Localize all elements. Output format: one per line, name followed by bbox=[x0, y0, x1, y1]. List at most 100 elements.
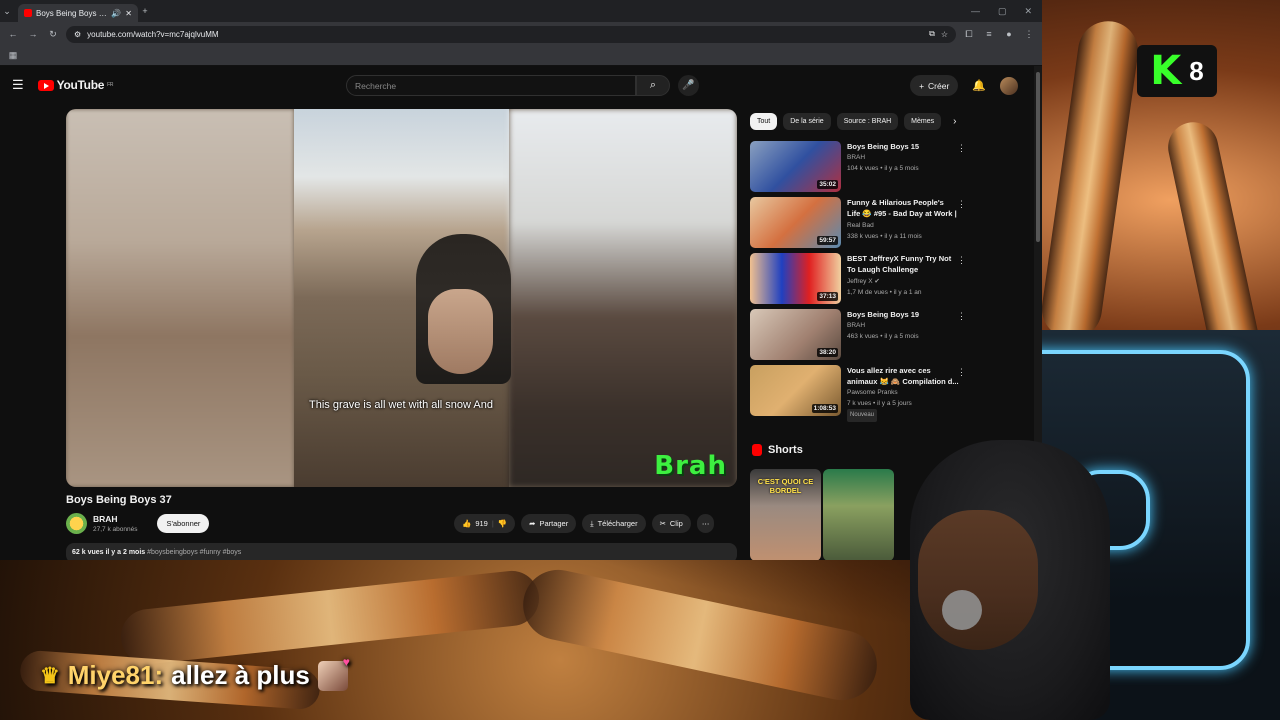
video-duration: 59:57 bbox=[817, 236, 838, 245]
video-thumbnail[interactable]: 35:02 bbox=[750, 141, 841, 192]
kebab-icon[interactable]: ⋮ bbox=[957, 367, 966, 378]
download-label: Télécharger bbox=[597, 519, 638, 528]
chevron-right-icon[interactable]: › bbox=[953, 116, 956, 127]
site-info-icon[interactable]: ⚙ bbox=[74, 30, 81, 39]
youtube-logo[interactable]: YouTube FR bbox=[37, 78, 113, 92]
rec-title: Funny & Hilarious People's Life 😂 #95 - … bbox=[847, 198, 957, 218]
new-badge: Nouveau bbox=[847, 409, 878, 422]
bell-icon[interactable]: 🔔 bbox=[972, 79, 986, 92]
url-field[interactable]: ⚙ youtube.com/watch?v=mc7ajqlvuMM ⧉ ☆ bbox=[66, 25, 956, 43]
search-icon: ⌕ bbox=[649, 79, 657, 91]
shorts-icon bbox=[752, 444, 762, 456]
channel-info: BRAH 27,7 k abonnés S'abonner bbox=[66, 513, 210, 534]
tab-bar: ⌄ Boys Being Boys 37 - YouTu 🔊 ✕ + — ▢ ✕ bbox=[0, 0, 1042, 22]
description-box[interactable]: 62 k vues il y a 2 mois #boysbeingboys #… bbox=[66, 543, 737, 560]
channel-name[interactable]: BRAH bbox=[93, 514, 137, 524]
search-input[interactable]: Recherche bbox=[346, 75, 636, 96]
voice-search-button[interactable]: 🎤 bbox=[678, 75, 699, 96]
forward-icon[interactable]: → bbox=[26, 29, 40, 39]
background-tube bbox=[118, 568, 542, 667]
video-player[interactable]: This grave is all wet with all snow And … bbox=[66, 109, 737, 487]
minimize-icon[interactable]: — bbox=[971, 6, 980, 17]
short-thumbnail[interactable]: C'EST QUOI CE BORDEL bbox=[750, 469, 821, 560]
window-controls: — ▢ ✕ bbox=[971, 6, 1042, 17]
more-actions-button[interactable]: ⋯ bbox=[696, 514, 715, 533]
video-duration: 37:13 bbox=[817, 292, 838, 301]
chip-source[interactable]: Source : BRAH bbox=[836, 113, 899, 130]
account-avatar[interactable] bbox=[1000, 76, 1018, 95]
chip-all[interactable]: Tout bbox=[750, 113, 778, 130]
kebab-icon[interactable]: ⋮ bbox=[957, 311, 966, 322]
video-thumbnail[interactable]: 37:13 bbox=[750, 253, 841, 304]
download-button[interactable]: ⤓ Télécharger bbox=[582, 514, 646, 533]
short-overlay-text: C'EST QUOI CE BORDEL bbox=[757, 477, 814, 495]
extensions-icon[interactable]: ⧠ bbox=[962, 29, 976, 40]
chip-memes[interactable]: Mèmes bbox=[904, 113, 942, 130]
video-thumbnail[interactable]: 1:08:53 bbox=[750, 365, 841, 416]
kebab-icon[interactable]: ⋮ bbox=[957, 143, 966, 154]
list-item[interactable]: 35:02 Boys Being Boys 15 BRAH 104 k vues… bbox=[750, 141, 970, 197]
profile-icon[interactable]: ● bbox=[1002, 29, 1016, 39]
list-item[interactable]: 1:08:53 Vous allez rire avec ces animaux… bbox=[750, 365, 970, 422]
streamer-beard bbox=[942, 590, 982, 630]
background-tube bbox=[1038, 17, 1142, 343]
close-window-icon[interactable]: ✕ bbox=[1024, 6, 1032, 17]
media-icon[interactable]: ≡ bbox=[982, 29, 996, 39]
video-blur-right bbox=[509, 109, 737, 487]
background-tube bbox=[516, 563, 884, 707]
speaker-icon[interactable]: 🔊 bbox=[111, 9, 121, 18]
bookmark-star-icon[interactable]: ☆ bbox=[941, 30, 948, 39]
list-item[interactable]: 37:13 BEST JeffreyX Funny Try Not To Lau… bbox=[750, 253, 970, 309]
apps-icon[interactable]: ▦ bbox=[6, 50, 20, 61]
rec-channel: Real Bad bbox=[847, 222, 874, 229]
browser-tab[interactable]: Boys Being Boys 37 - YouTu 🔊 ✕ bbox=[18, 4, 138, 22]
share-button[interactable]: ➦ Partager bbox=[521, 514, 577, 533]
microphone-icon: 🎤 bbox=[682, 80, 695, 91]
clip-label: Clip bbox=[669, 519, 683, 528]
subscribe-button[interactable]: S'abonner bbox=[157, 514, 210, 533]
address-bar: ← → ↻ ⚙ youtube.com/watch?v=mc7ajqlvuMM … bbox=[0, 22, 1042, 46]
maximize-icon[interactable]: ▢ bbox=[998, 6, 1007, 17]
clip-button[interactable]: ✂ Clip bbox=[651, 514, 691, 533]
webcam-overlay bbox=[890, 440, 1180, 720]
new-tab-icon[interactable]: + bbox=[138, 6, 152, 16]
description-tags[interactable]: #boysbeingboys #funny #boys bbox=[147, 549, 241, 556]
kebab-icon[interactable]: ⋮ bbox=[957, 255, 966, 266]
back-icon[interactable]: ← bbox=[6, 29, 20, 39]
rec-meta: 463 k vues • il y a 5 mois bbox=[847, 333, 919, 340]
rec-title: Boys Being Boys 15 bbox=[847, 142, 920, 151]
like-button[interactable]: 👍 919 | 👎 bbox=[454, 514, 516, 533]
tab-close-icon[interactable]: ✕ bbox=[125, 9, 132, 18]
install-icon[interactable]: ⧉ bbox=[929, 29, 935, 39]
short-thumbnail[interactable] bbox=[823, 469, 894, 560]
heart-emote-icon bbox=[317, 655, 350, 691]
scrollbar-thumb[interactable] bbox=[1036, 72, 1040, 242]
video-blur-left bbox=[66, 109, 294, 487]
recommendations-list: 35:02 Boys Being Boys 15 BRAH 104 k vues… bbox=[750, 141, 970, 422]
create-button[interactable]: + Créer bbox=[910, 75, 959, 96]
channel-avatar[interactable] bbox=[66, 513, 87, 534]
list-item[interactable]: 59:57 Funny & Hilarious People's Life 😂 … bbox=[750, 197, 970, 253]
chat-message: ♛ Miye81: allez à plus bbox=[40, 655, 350, 691]
header-actions: + Créer 🔔 bbox=[910, 75, 1018, 96]
rec-channel: BRAH bbox=[847, 322, 866, 329]
bookmarks-bar: ▦ bbox=[0, 46, 1042, 66]
menu-icon[interactable]: ⋮ bbox=[1022, 29, 1036, 40]
tab-search-icon[interactable]: ⌄ bbox=[0, 6, 14, 17]
reload-icon[interactable]: ↻ bbox=[46, 29, 60, 40]
rec-channel: BRAH bbox=[847, 154, 866, 161]
tab-title: Boys Being Boys 37 - YouTu bbox=[36, 8, 108, 18]
video-thumbnail[interactable]: 59:57 bbox=[750, 197, 841, 248]
share-label: Partager bbox=[539, 519, 569, 528]
thumbs-down-icon[interactable]: 👎 bbox=[498, 519, 507, 528]
list-item[interactable]: 38:20 Boys Being Boys 19 BRAH 463 k vues… bbox=[750, 309, 970, 365]
video-thumbnail[interactable]: 38:20 bbox=[750, 309, 841, 360]
browser-window: ⌄ Boys Being Boys 37 - YouTu 🔊 ✕ + — ▢ ✕… bbox=[0, 0, 1042, 560]
hamburger-menu-icon[interactable]: ☰ bbox=[12, 77, 24, 93]
create-label: Créer bbox=[928, 80, 950, 91]
shorts-label: Shorts bbox=[768, 444, 803, 456]
k8-letter: K bbox=[1150, 48, 1182, 94]
kebab-icon[interactable]: ⋮ bbox=[957, 199, 966, 210]
search-button[interactable]: ⌕ bbox=[636, 75, 670, 96]
chip-series[interactable]: De la série bbox=[783, 113, 831, 130]
